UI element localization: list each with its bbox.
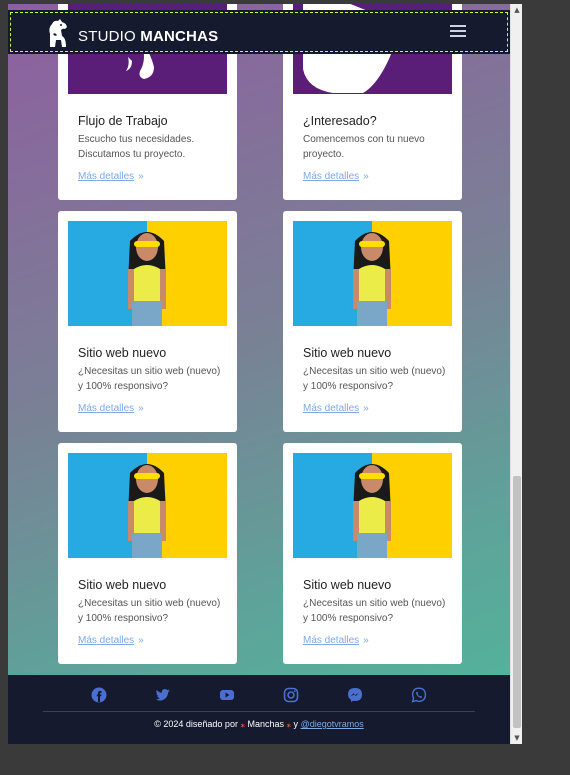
youtube-icon[interactable] [219,687,235,703]
instagram-icon[interactable] [283,687,299,703]
menu-toggle-icon[interactable] [450,25,466,39]
chevron-right-icon: » [138,635,144,646]
chevron-right-icon: » [138,403,144,414]
card-description: ¿Necesitas un sitio web (nuevo) y 100% r… [303,366,446,392]
facebook-icon[interactable] [91,687,107,703]
card-website-2: Sitio web nuevo ¿Necesitas un sitio web … [283,211,462,432]
copyright-brand: Manchas [247,719,285,729]
brand-bold: MANCHAS [140,27,219,45]
card-image [293,453,452,558]
card-title: Sitio web nuevo [78,578,167,592]
woman-photo-icon [293,221,452,326]
card-title: ¿Interesado? [303,114,377,128]
browser-frame: STUDIO MANCHAS Flujo de Trabajo Escucho … [8,4,522,744]
woman-photo-icon [68,221,227,326]
more-details-link[interactable]: Más detalles» [78,403,144,414]
card-description: Escucho tus necesidades. Discutamos tu p… [78,134,195,160]
card-website-3: Sitio web nuevo ¿Necesitas un sitio web … [58,443,237,664]
card-description: ¿Necesitas un sitio web (nuevo) y 100% r… [78,366,221,392]
dog-logo-icon [49,19,67,47]
card-image [68,453,227,558]
whatsapp-icon[interactable] [411,687,427,703]
navbar: STUDIO MANCHAS [8,10,510,54]
card-title: Sitio web nuevo [78,346,167,360]
messenger-icon[interactable] [347,687,363,703]
card-description: ¿Necesitas un sitio web (nuevo) y 100% r… [78,598,221,624]
more-details-link[interactable]: Más detalles» [303,635,369,646]
scrollbar[interactable]: ▲ ▼ [510,4,522,744]
paw-icon: ⁎ [286,719,292,729]
card-description: ¿Necesitas un sitio web (nuevo) y 100% r… [303,598,446,624]
card-image [68,221,227,326]
footer-divider [43,711,475,712]
woman-photo-icon [68,453,227,558]
brand-name: STUDIO MANCHAS [78,28,218,45]
card-image [293,221,452,326]
card-website-1: Sitio web nuevo ¿Necesitas un sitio web … [58,211,237,432]
more-details-link[interactable]: Más detalles» [303,403,369,414]
copyright-and: y [293,719,299,729]
brand-light: STUDIO [78,27,136,45]
page-viewport: STUDIO MANCHAS Flujo de Trabajo Escucho … [8,4,510,744]
more-details-link[interactable]: Más detalles» [78,171,144,182]
more-details-link[interactable]: Más detalles» [303,171,369,182]
scroll-up-arrow-icon[interactable]: ▲ [513,6,521,14]
scroll-down-arrow-icon[interactable]: ▼ [513,734,521,742]
logo[interactable]: STUDIO MANCHAS [44,18,218,48]
social-links [8,687,510,707]
chevron-right-icon: » [363,403,369,414]
author-link[interactable]: @diegotvramos [301,719,364,729]
chevron-right-icon: » [138,171,144,182]
card-title: Flujo de Trabajo [78,114,168,128]
more-details-link[interactable]: Más detalles» [78,635,144,646]
copyright-prefix: © 2024 diseñado por [154,719,238,729]
woman-photo-icon [293,453,452,558]
card-description: Comencemos con tu nuevo proyecto. [303,134,425,160]
card-website-4: Sitio web nuevo ¿Necesitas un sitio web … [283,443,462,664]
twitter-icon[interactable] [155,687,171,703]
chevron-right-icon: » [363,635,369,646]
chevron-right-icon: » [363,171,369,182]
footer: © 2024 diseñado por ⁎ Manchas ⁎ y @diego… [8,675,510,744]
scrollbar-thumb[interactable] [513,476,521,728]
copyright: © 2024 diseñado por ⁎ Manchas ⁎ y @diego… [8,719,510,730]
card-title: Sitio web nuevo [303,346,392,360]
card-title: Sitio web nuevo [303,578,392,592]
paw-icon: ⁎ [240,719,245,729]
